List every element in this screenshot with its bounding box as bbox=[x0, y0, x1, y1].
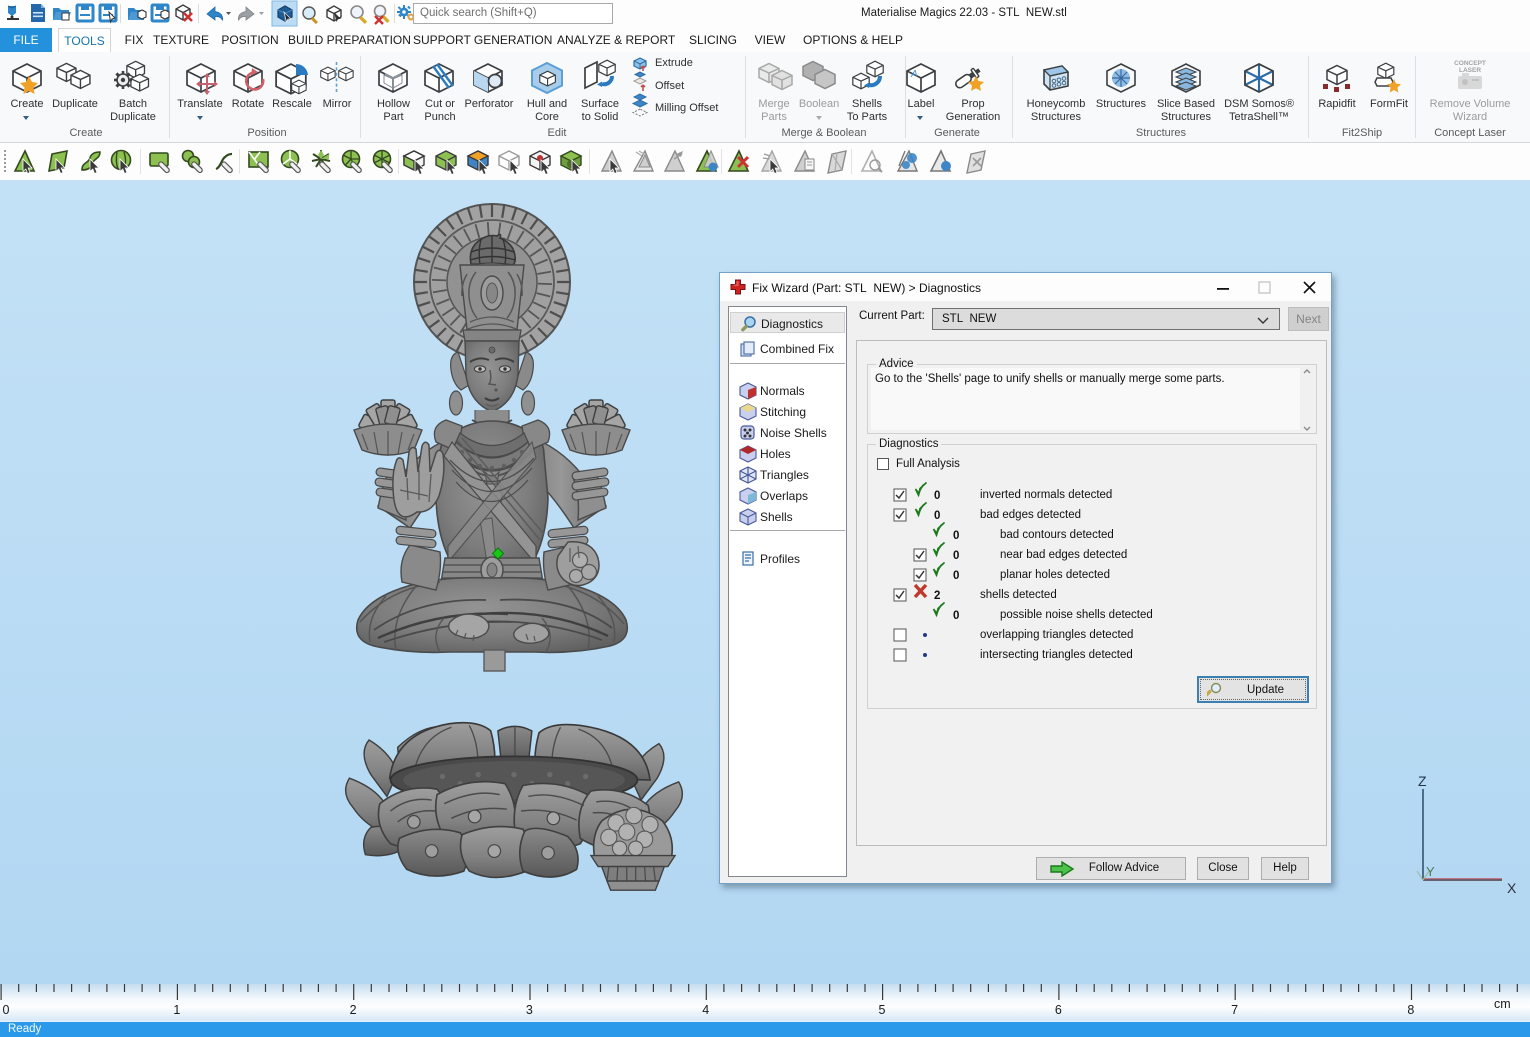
svg-text:inverted normals detected: inverted normals detected bbox=[980, 489, 1112, 501]
svg-text:5: 5 bbox=[879, 1003, 886, 1017]
svg-text:0: 0 bbox=[3, 1003, 10, 1017]
svg-text:A: A bbox=[910, 69, 918, 80]
svg-text:2: 2 bbox=[934, 590, 940, 602]
svg-text:8: 8 bbox=[1407, 1003, 1414, 1017]
svg-text:0: 0 bbox=[953, 530, 959, 542]
svg-text:cm: cm bbox=[1494, 997, 1511, 1011]
svg-text:0: 0 bbox=[953, 550, 959, 562]
svg-text:LASER: LASER bbox=[1459, 67, 1481, 74]
svg-text:2: 2 bbox=[350, 1003, 357, 1017]
svg-text:bad contours detected: bad contours detected bbox=[1000, 529, 1114, 541]
svg-text:planar holes detected: planar holes detected bbox=[1000, 569, 1110, 581]
svg-text:4: 4 bbox=[702, 1003, 709, 1017]
svg-text:intersecting triangles detecte: intersecting triangles detected bbox=[980, 649, 1133, 661]
svg-text:1: 1 bbox=[173, 1003, 180, 1017]
svg-text:0: 0 bbox=[934, 490, 940, 502]
svg-text:bad edges detected: bad edges detected bbox=[980, 509, 1081, 521]
svg-text:X: X bbox=[1507, 880, 1517, 896]
svg-text:0: 0 bbox=[953, 610, 959, 622]
svg-text:near bad edges detected: near bad edges detected bbox=[1000, 549, 1127, 561]
svg-text:6: 6 bbox=[1055, 1003, 1062, 1017]
svg-text:overlapping triangles detected: overlapping triangles detected bbox=[980, 629, 1133, 641]
svg-text:0: 0 bbox=[953, 570, 959, 582]
svg-text:possible noise shells detected: possible noise shells detected bbox=[1000, 609, 1153, 621]
svg-text:Z: Z bbox=[1418, 773, 1427, 789]
svg-text:0: 0 bbox=[934, 510, 940, 522]
svg-text:shells detected: shells detected bbox=[980, 589, 1057, 601]
svg-text:Y: Y bbox=[1426, 864, 1435, 879]
svg-text:CONCEPT: CONCEPT bbox=[1454, 60, 1486, 67]
svg-text:7: 7 bbox=[1231, 1003, 1238, 1017]
svg-text:3: 3 bbox=[526, 1003, 533, 1017]
